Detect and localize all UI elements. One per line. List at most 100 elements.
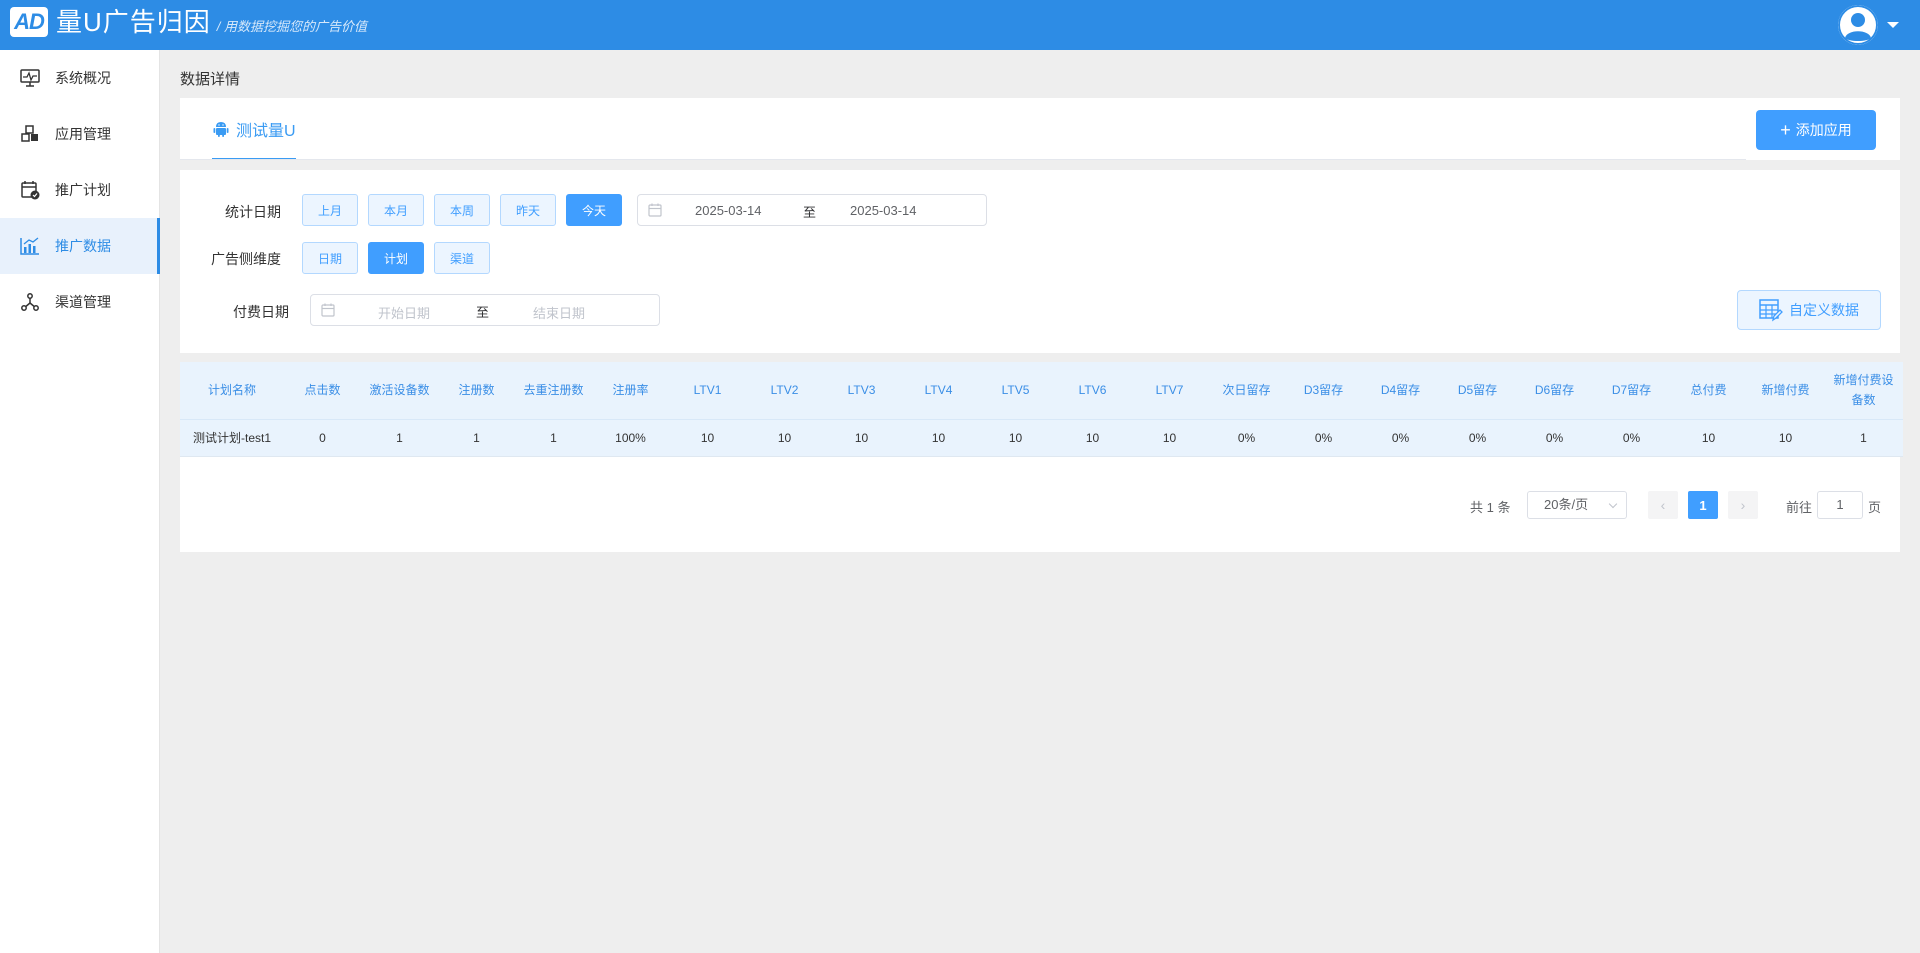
range-this-week-button[interactable]: 本周: [434, 194, 490, 226]
column-header[interactable]: LTV6: [1054, 362, 1131, 419]
table-cell: 0%: [1285, 418, 1362, 457]
column-header[interactable]: 新增付费: [1747, 362, 1824, 419]
column-header[interactable]: LTV7: [1131, 362, 1208, 419]
date-range-separator: 至: [476, 305, 490, 320]
column-header[interactable]: 点击数: [284, 362, 361, 419]
range-last-month-button[interactable]: 上月: [302, 194, 358, 226]
column-header[interactable]: D7留存: [1593, 362, 1670, 419]
page-size-select[interactable]: 20条/页: [1527, 491, 1627, 519]
table-cell: 0: [284, 418, 361, 457]
pagination-total: 共 1 条: [1470, 500, 1511, 515]
table-cell: 10: [746, 418, 823, 457]
next-page-button[interactable]: ›: [1728, 491, 1758, 519]
range-yesterday-button[interactable]: 昨天: [500, 194, 556, 226]
column-header[interactable]: LTV3: [823, 362, 900, 419]
pay-date-start-input[interactable]: 开始日期: [378, 303, 430, 322]
table-cell: 1: [361, 418, 438, 457]
table-header-row: 计划名称 点击数 激活设备数 注册数 去重注册数 注册率 LTV1 LTV2 L…: [180, 362, 1903, 419]
chevron-left-icon: ‹: [1660, 497, 1666, 513]
pay-date-end-input[interactable]: 结束日期: [533, 303, 585, 322]
sidebar-item-campaigns[interactable]: 推广计划: [0, 162, 159, 218]
range-this-month-button[interactable]: 本月: [368, 194, 424, 226]
logo-slogan: / 用数据挖掘您的广告价值: [216, 19, 368, 34]
table-cell: 10: [823, 418, 900, 457]
user-avatar[interactable]: [1838, 5, 1878, 45]
column-header[interactable]: 注册率: [592, 362, 669, 419]
column-header[interactable]: D6留存: [1516, 362, 1593, 419]
plus-icon: +: [1780, 120, 1791, 140]
table-cell: 10: [1747, 418, 1824, 457]
column-header[interactable]: 去重注册数: [515, 362, 592, 419]
stat-date-end: 2025-03-14: [850, 203, 917, 218]
table-cell: 1: [438, 418, 515, 457]
table-cell: 10: [1131, 418, 1208, 457]
table-cell: 1: [1824, 418, 1903, 457]
add-app-label: 添加应用: [1795, 122, 1852, 138]
column-header[interactable]: 计划名称: [180, 362, 284, 419]
pay-date-range-picker[interactable]: 开始日期 至 结束日期: [310, 294, 660, 326]
table-cell: 1: [515, 418, 592, 457]
table-edit-icon: [1759, 298, 1783, 322]
data-table-panel: 计划名称 点击数 激活设备数 注册数 去重注册数 注册率 LTV1 LTV2 L…: [180, 362, 1903, 552]
logo[interactable]: AD 量U广告归因 / 用数据挖掘您的广告价值: [10, 7, 367, 37]
tab-divider: [180, 159, 1746, 160]
prev-page-button[interactable]: ‹: [1648, 491, 1678, 519]
sidebar-item-apps[interactable]: 应用管理: [0, 106, 159, 162]
table-row[interactable]: 测试计划-test1 0 1 1 1 100% 10 10 10 10 10 1…: [180, 418, 1903, 457]
dimension-plan-button[interactable]: 计划: [368, 242, 424, 274]
caret-down-icon[interactable]: [1887, 22, 1899, 28]
tab-app[interactable]: 测试量U: [212, 98, 296, 160]
stat-date-range-picker[interactable]: 2025-03-14 至 2025-03-14: [637, 194, 987, 226]
monitor-icon: [20, 68, 40, 88]
calendar-icon: [321, 303, 335, 320]
custom-data-button[interactable]: 自定义数据: [1737, 290, 1881, 330]
table-cell: 0%: [1208, 418, 1285, 457]
page-title: 数据详情: [180, 71, 241, 88]
logo-title: 量U广告归因: [56, 7, 211, 37]
sidebar-item-label: 推广计划: [55, 182, 111, 198]
column-header[interactable]: 新增付费设备数: [1824, 362, 1903, 419]
pay-date-label: 付费日期: [233, 304, 289, 320]
column-header[interactable]: LTV4: [900, 362, 977, 419]
goto-page-input[interactable]: 1: [1817, 491, 1863, 519]
column-header[interactable]: 注册数: [438, 362, 515, 419]
column-header[interactable]: 次日留存: [1208, 362, 1285, 419]
sidebar-item-promo-data[interactable]: 推广数据: [0, 218, 160, 274]
table-cell: 10: [900, 418, 977, 457]
bar-chart-icon: [20, 236, 40, 256]
column-header[interactable]: LTV1: [669, 362, 746, 419]
date-range-separator: 至: [803, 205, 817, 220]
range-today-button[interactable]: 今天: [566, 194, 622, 226]
column-header[interactable]: LTV5: [977, 362, 1054, 419]
dimension-channel-button[interactable]: 渠道: [434, 242, 490, 274]
chevron-right-icon: ›: [1740, 497, 1746, 513]
column-header[interactable]: 激活设备数: [361, 362, 438, 419]
table-cell: 10: [669, 418, 746, 457]
sidebar-item-label: 推广数据: [55, 238, 111, 254]
column-header[interactable]: D5留存: [1439, 362, 1516, 419]
sidebar-item-channels[interactable]: 渠道管理: [0, 274, 159, 330]
column-header[interactable]: 总付费: [1670, 362, 1747, 419]
page-suffix: 页: [1868, 500, 1882, 515]
page-size-value: 20条/页: [1544, 497, 1589, 512]
sidebar-item-overview[interactable]: 系统概况: [0, 50, 159, 106]
custom-data-label: 自定义数据: [1789, 302, 1859, 318]
sidebar-item-label: 系统概况: [55, 70, 111, 86]
table-cell: 0%: [1362, 418, 1439, 457]
column-header[interactable]: D3留存: [1285, 362, 1362, 419]
stat-date-start: 2025-03-14: [695, 203, 762, 218]
column-header[interactable]: D4留存: [1362, 362, 1439, 419]
user-icon: [1838, 5, 1878, 45]
dimension-date-button[interactable]: 日期: [302, 242, 358, 274]
table-cell: 测试计划-test1: [180, 418, 284, 457]
sidebar-item-label: 渠道管理: [55, 294, 111, 310]
tab-label: 测试量U: [236, 123, 296, 140]
data-table: 计划名称 点击数 激活设备数 注册数 去重注册数 注册率 LTV1 LTV2 L…: [180, 362, 1903, 457]
column-header[interactable]: LTV2: [746, 362, 823, 419]
add-app-button[interactable]: + 添加应用: [1756, 110, 1876, 150]
table-cell: 0%: [1593, 418, 1670, 457]
cubes-icon: [20, 124, 40, 144]
calendar-check-icon: [20, 180, 40, 200]
page-number-button[interactable]: 1: [1688, 491, 1718, 519]
stat-date-label: 统计日期: [225, 204, 281, 220]
